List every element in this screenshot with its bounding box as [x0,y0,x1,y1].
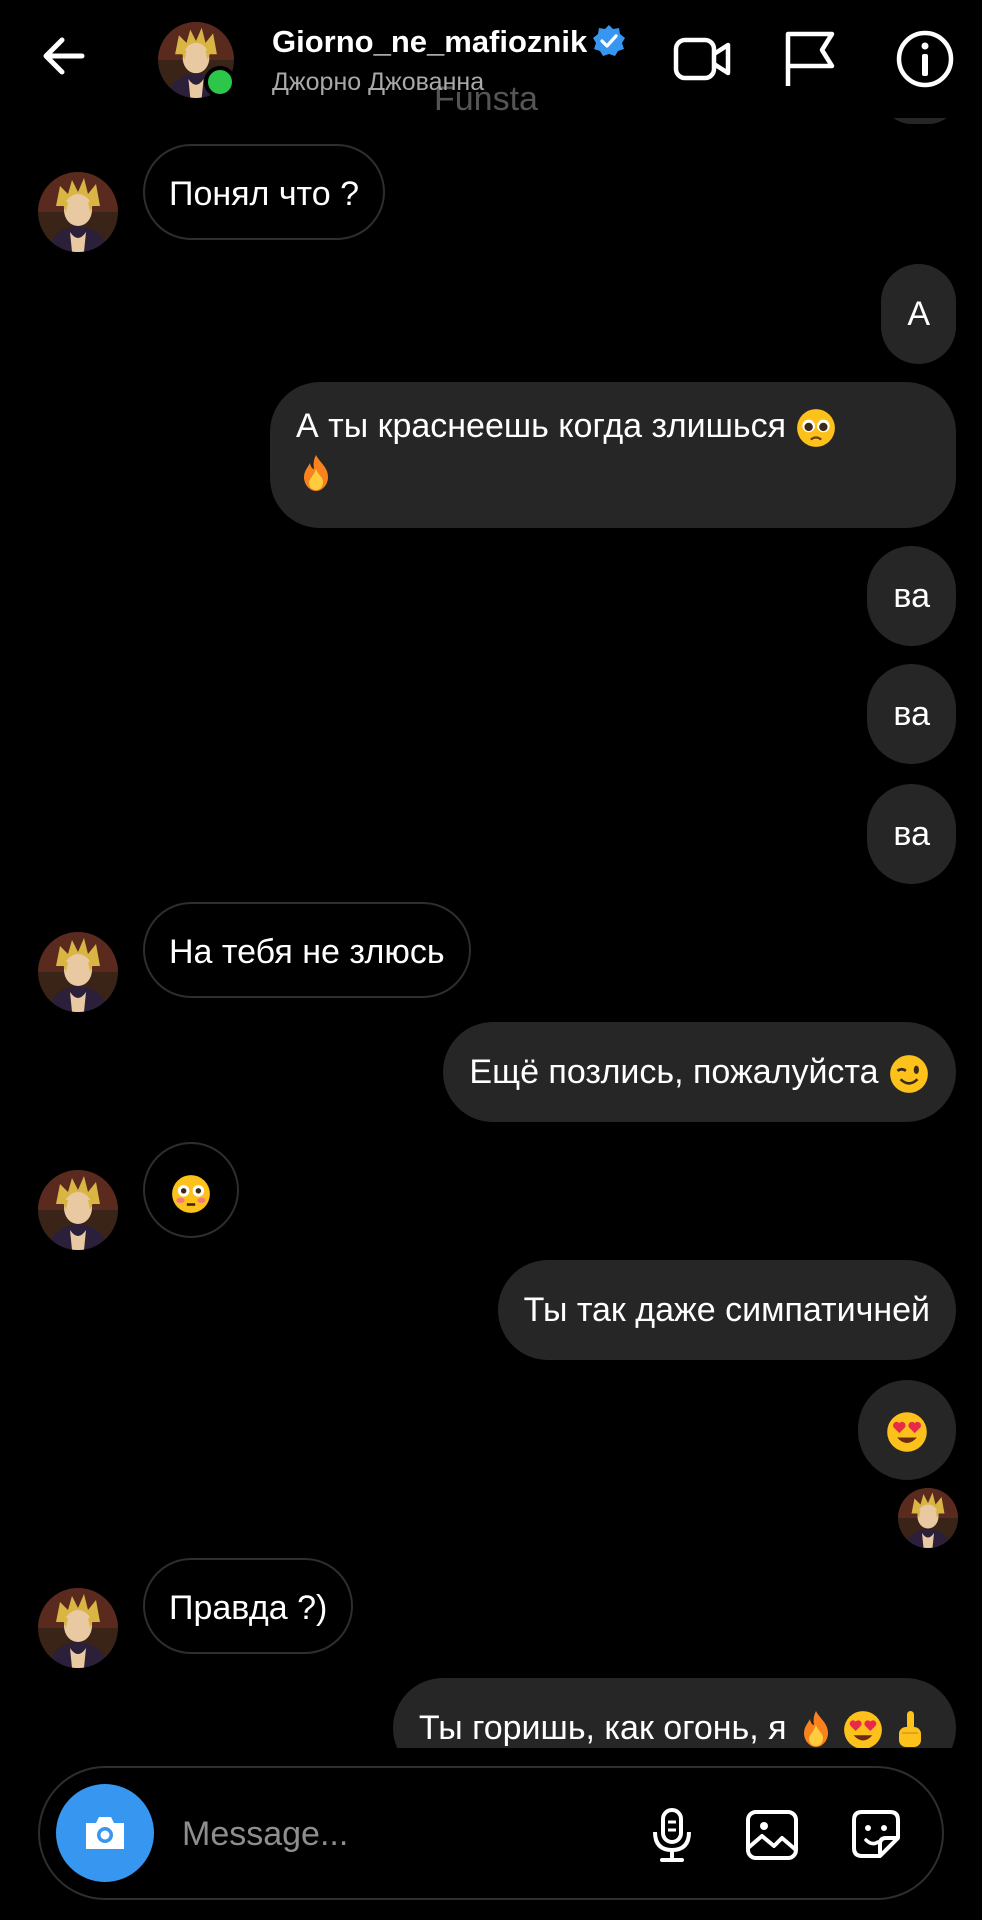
index-pointing-up-emoji [890,1709,930,1749]
message-text: Ты так даже симпатичней [523,1291,930,1329]
video-call-icon[interactable] [672,28,734,90]
verified-badge-icon [593,25,625,56]
camera-button[interactable] [56,1784,154,1882]
incoming-message[interactable]: На тебя не злюсь [143,902,471,998]
outgoing-message[interactable]: Ещё позлись, пожалуйста [443,1022,956,1122]
info-icon[interactable] [894,28,956,90]
incoming-message[interactable]: Понял что ? [143,144,385,240]
fire-emoji [796,1709,836,1749]
incoming-message[interactable]: Правда ?) [143,1558,354,1654]
winking-face-emoji [888,1053,930,1095]
contact-username[interactable]: Giorno_ne_mafioznik [272,24,587,60]
message-input[interactable] [180,1798,644,1870]
microphone-icon[interactable] [642,1804,702,1864]
incoming-emoji-message[interactable] [143,1142,239,1238]
message-text: Ещё позлись, пожалуйста [469,1053,879,1091]
heart-eyes-emoji [842,1709,884,1751]
back-arrow-icon[interactable] [36,28,92,84]
message-text: ва [893,815,930,853]
chat-header: Giorno_ne_mafioznik Funsta Джорно Джован… [0,0,982,118]
message-text: ва [893,577,930,615]
message-text: А [907,295,930,333]
camera-icon [86,1817,124,1849]
message-text: А ты краснеешь когда злишься [296,407,786,445]
message-text: Понял что ? [169,175,359,213]
sender-avatar[interactable] [38,932,118,1012]
contact-fullname: Джорно Джованна [272,68,485,96]
sender-avatar[interactable] [38,1588,118,1668]
outgoing-message[interactable]: ва [867,784,956,884]
message-text: На тебя не злюсь [169,933,445,971]
outgoing-message[interactable]: А [881,264,956,364]
pleading-face-emoji [795,407,837,449]
outgoing-message[interactable]: ва [867,664,956,764]
message-composer [38,1766,944,1900]
outgoing-message[interactable]: А ты краснеешь когда злишься [270,382,956,528]
flag-icon[interactable] [780,28,842,90]
outgoing-message[interactable]: ва [867,546,956,646]
gallery-icon[interactable] [742,1804,802,1864]
message-text: Правда ?) [169,1589,328,1627]
outgoing-message[interactable]: Ты так даже симпатичней [497,1260,956,1360]
heart-eyes-emoji [885,1410,929,1454]
fire-emoji [296,453,336,493]
sender-avatar[interactable] [38,1170,118,1250]
sticker-icon[interactable] [846,1804,906,1864]
message-text: Ты горишь, как огонь, я [418,1709,787,1747]
flushed-face-emoji [170,1173,212,1215]
message-text: ва [893,695,930,733]
outgoing-emoji-message[interactable] [858,1380,956,1480]
online-status-dot [204,66,236,98]
seen-receipt-avatar [898,1488,958,1548]
sender-avatar[interactable] [38,172,118,252]
